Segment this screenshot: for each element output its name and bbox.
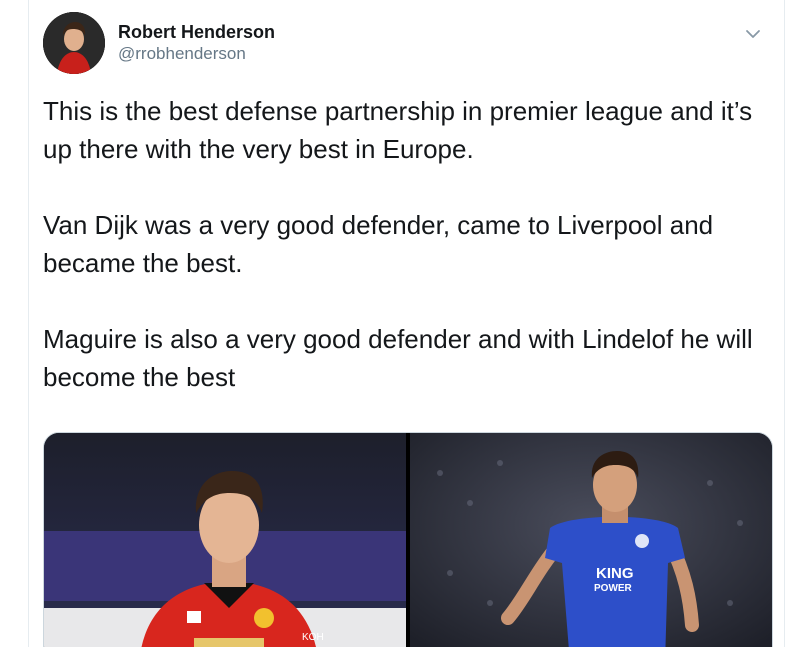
photo-left[interactable]: KOH <box>44 433 406 647</box>
tweet-paragraph: This is the best defense partnership in … <box>43 96 753 164</box>
footballer-red-kit-photo: KOH <box>44 433 406 647</box>
chevron-down-icon[interactable] <box>743 24 763 44</box>
display-name[interactable]: Robert Henderson <box>118 21 275 43</box>
svg-text:KOH: KOH <box>302 632 324 643</box>
tweet-text: This is the best defense partnership in … <box>43 92 763 396</box>
tweet-media: KOH KING POWER <box>43 432 773 647</box>
user-handle[interactable]: @rrobhenderson <box>118 43 275 65</box>
footballer-blue-kit-photo: KING POWER <box>410 433 772 647</box>
svg-text:KING: KING <box>596 565 634 582</box>
author-names: Robert Henderson @rrobhenderson <box>118 21 275 65</box>
tweet-paragraph: Maguire is also a very good defender and… <box>43 324 753 392</box>
svg-text:POWER: POWER <box>594 583 633 594</box>
tweet-card: Robert Henderson @rrobhenderson This is … <box>28 0 785 647</box>
avatar[interactable] <box>43 12 105 74</box>
tweet-paragraph: Van Dijk was a very good defender, came … <box>43 210 714 278</box>
tweet-header: Robert Henderson @rrobhenderson <box>43 12 773 74</box>
avatar-image <box>43 12 105 74</box>
photo-right[interactable]: KING POWER <box>410 433 772 647</box>
